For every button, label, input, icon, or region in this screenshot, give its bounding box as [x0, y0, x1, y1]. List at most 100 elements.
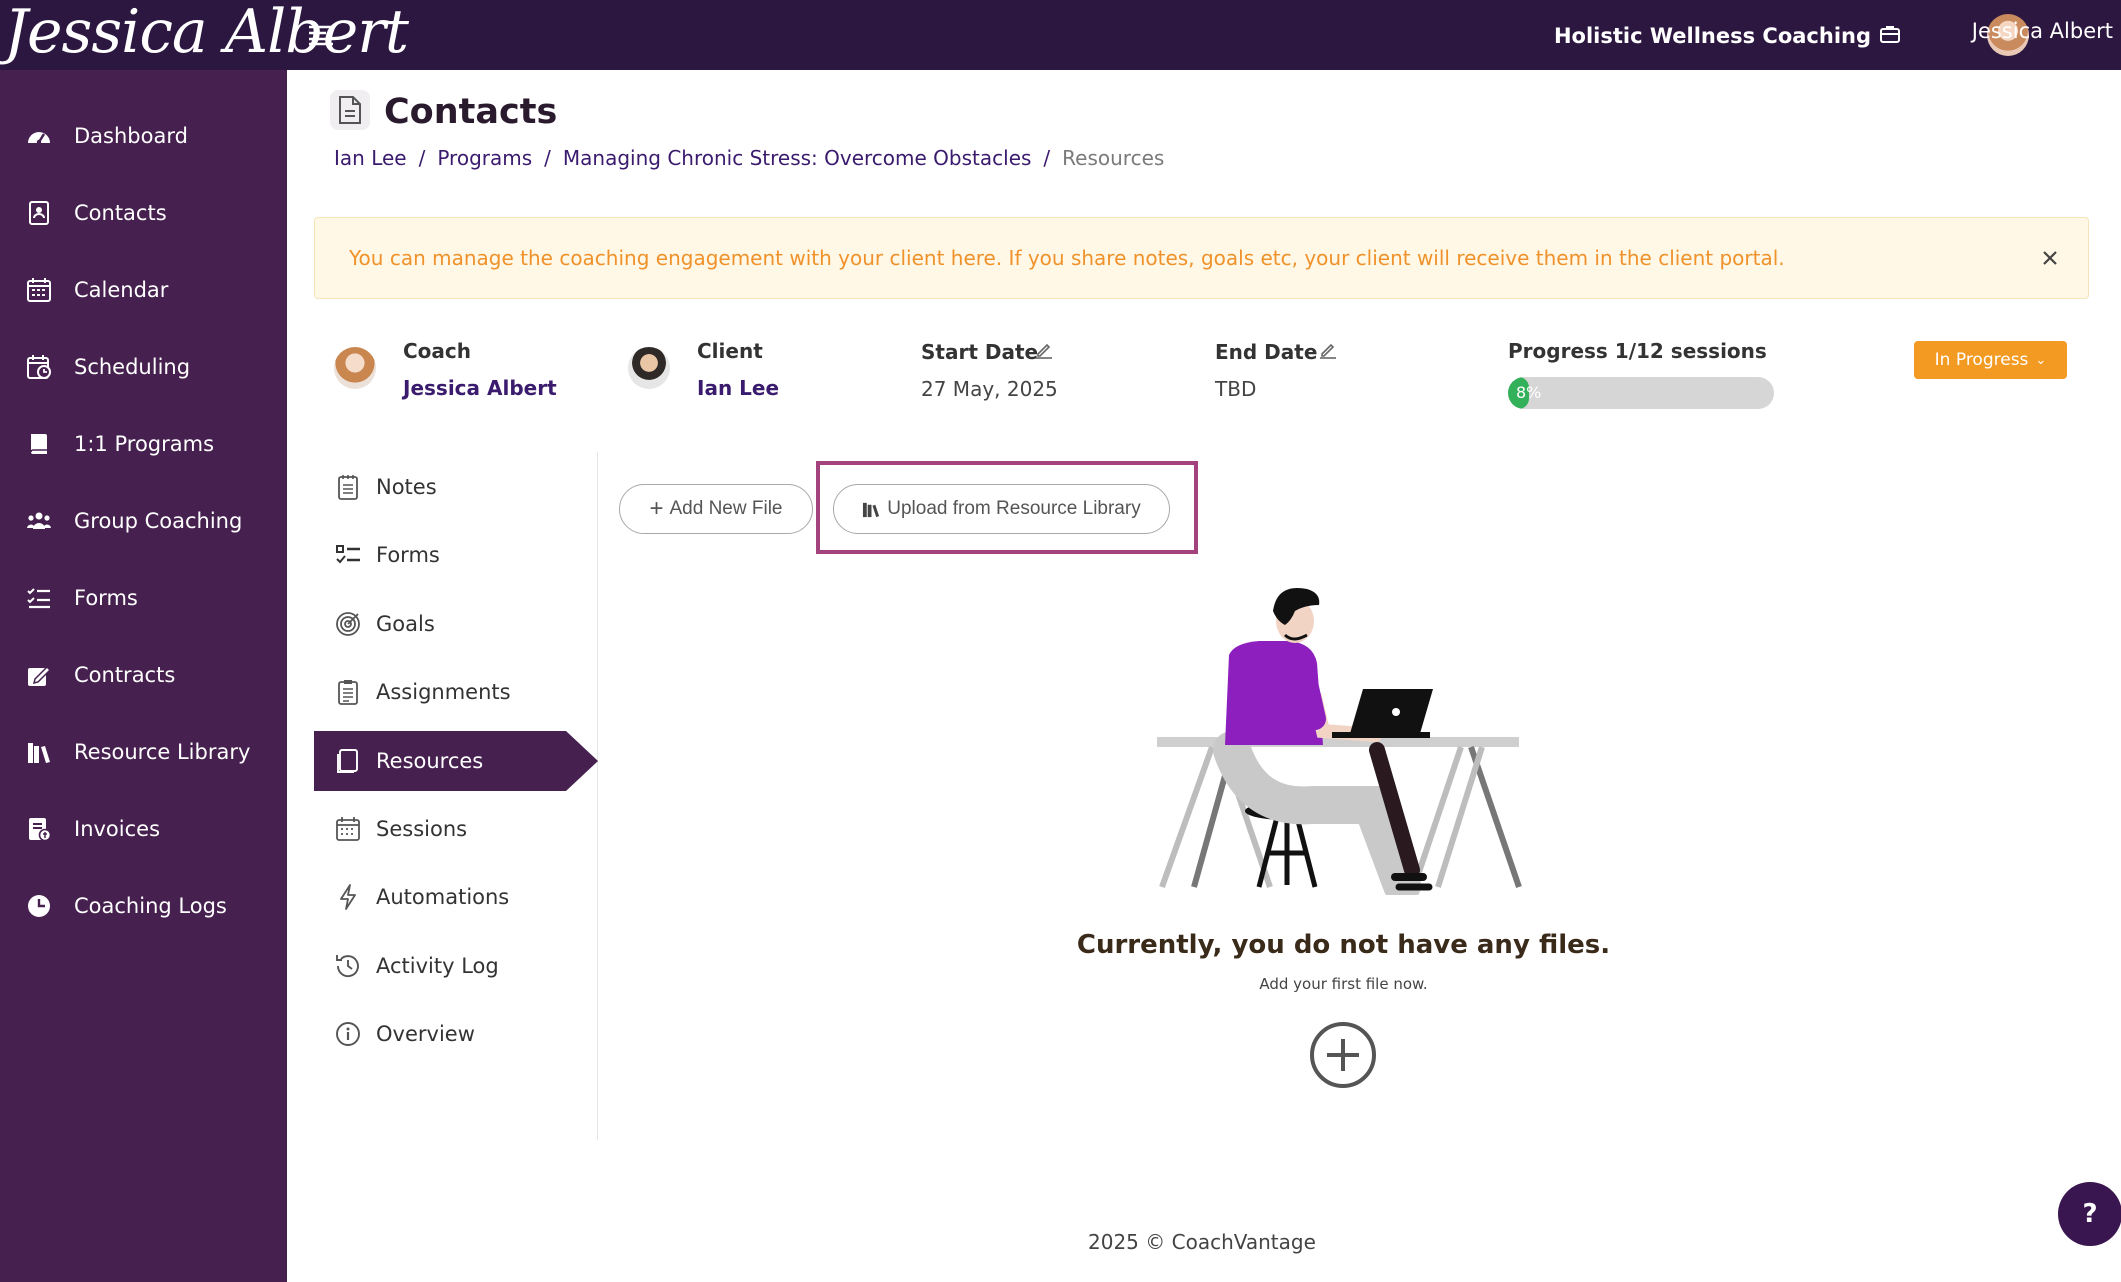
- status-label: In Progress: [1934, 350, 2029, 370]
- add-new-file-label: Add New File: [669, 498, 783, 519]
- sidebar-item-scheduling[interactable]: Scheduling: [0, 339, 287, 395]
- top-bar: Jessica Albert Holistic Wellness Coachin…: [0, 0, 2121, 70]
- subnav-divider: [597, 452, 598, 1140]
- sidebar-item-label: Contacts: [74, 201, 167, 225]
- empty-state-subtitle: Add your first file now.: [1259, 975, 1428, 993]
- contract-icon: [28, 665, 52, 686]
- tab-label: Overview: [376, 1022, 475, 1046]
- alert-message: You can manage the coaching engagement w…: [349, 246, 1785, 270]
- add-new-file-button[interactable]: + Add New File: [619, 484, 813, 534]
- empty-state-title: Currently, you do not have any files.: [1076, 930, 1611, 960]
- sidebar-item-programs[interactable]: 1:1 Programs: [0, 416, 287, 472]
- organization-name[interactable]: Holistic Wellness Coaching: [1554, 21, 1871, 51]
- sidebar-item-label: Group Coaching: [74, 509, 243, 533]
- coach-label: Coach: [403, 339, 472, 363]
- sidebar-item-dashboard[interactable]: Dashboard: [0, 108, 287, 164]
- notes-icon: [338, 475, 358, 500]
- sidebar-item-label: Invoices: [74, 817, 161, 841]
- tab-label: Notes: [376, 475, 437, 499]
- calendar-icon: [27, 278, 51, 302]
- edit-start-date-icon[interactable]: [1034, 340, 1054, 360]
- status-dropdown[interactable]: In Progress ⌄: [1914, 341, 2067, 379]
- client-avatar: [628, 347, 670, 389]
- end-date-value: TBD: [1215, 377, 1257, 401]
- breadcrumb-program[interactable]: Managing Chronic Stress: Overcome Obstac…: [563, 146, 1032, 170]
- plus-icon: +: [649, 495, 664, 522]
- tab-label: Assignments: [376, 680, 511, 704]
- sidebar-item-label: Resource Library: [74, 740, 251, 764]
- book-icon: [30, 434, 47, 454]
- tab-resources[interactable]: Resources: [314, 731, 598, 791]
- dashboard-icon: [28, 132, 50, 145]
- client-label: Client: [697, 339, 763, 363]
- clipboard-icon: [338, 680, 358, 705]
- tab-label: Forms: [376, 543, 440, 567]
- add-file-circle-icon[interactable]: [1309, 1021, 1377, 1089]
- breadcrumb-programs[interactable]: Programs: [437, 146, 532, 170]
- edit-end-date-icon[interactable]: [1318, 340, 1338, 360]
- brand-logo[interactable]: Jessica Albert: [0, 0, 409, 70]
- menu-toggle-icon[interactable]: [306, 22, 336, 48]
- chevron-down-icon: ⌄: [2035, 352, 2047, 368]
- sidebar-item-invoices[interactable]: Invoices: [0, 801, 287, 857]
- breadcrumb-client[interactable]: Ian Lee: [334, 146, 407, 170]
- coach-avatar: [334, 347, 376, 389]
- tab-label: Goals: [376, 612, 435, 636]
- forms-icon: [336, 545, 360, 564]
- progress-bar: 8%: [1508, 377, 1774, 409]
- library-icon: [28, 743, 50, 763]
- close-icon[interactable]: [2034, 242, 2066, 274]
- sidebar-item-resource-library[interactable]: Resource Library: [0, 724, 287, 780]
- sidebar-item-label: Forms: [74, 586, 138, 610]
- sidebar: Dashboard Contacts Calendar Scheduling 1…: [0, 70, 287, 1282]
- sidebar-item-label: Dashboard: [74, 124, 188, 148]
- checklist-icon: [27, 588, 50, 609]
- contacts-icon: [29, 201, 49, 225]
- tab-overview[interactable]: Overview: [314, 1004, 594, 1064]
- tab-forms[interactable]: Forms: [314, 525, 594, 585]
- client-name-link[interactable]: Ian Lee: [697, 376, 779, 400]
- invoice-icon: [29, 818, 52, 842]
- breadcrumb: Ian Lee / Programs / Managing Chronic Stress…: [334, 146, 1164, 170]
- sidebar-item-label: Coaching Logs: [74, 894, 227, 918]
- sidebar-item-contracts[interactable]: Contracts: [0, 647, 287, 703]
- tab-assignments[interactable]: Assignments: [314, 662, 594, 722]
- tab-sessions[interactable]: Sessions: [314, 799, 594, 859]
- upload-label: Upload from Resource Library: [887, 498, 1141, 519]
- sidebar-item-forms[interactable]: Forms: [0, 570, 287, 626]
- sidebar-item-label: 1:1 Programs: [74, 432, 215, 456]
- sidebar-item-label: Scheduling: [74, 355, 191, 379]
- progress-percent: 8%: [1516, 383, 1542, 402]
- sidebar-item-coaching-logs[interactable]: Coaching Logs: [0, 878, 287, 934]
- breadcrumb-separator: /: [1043, 146, 1051, 170]
- progress-label: Progress 1/12 sessions: [1508, 339, 1767, 363]
- resources-icon: [337, 749, 358, 773]
- clock-icon: [28, 895, 50, 917]
- tab-notes[interactable]: Notes: [314, 457, 594, 517]
- briefcase-icon[interactable]: [1879, 24, 1901, 46]
- page-title: Contacts: [384, 92, 558, 132]
- tab-label: Automations: [376, 885, 510, 909]
- help-button[interactable]: ?: [2058, 1182, 2121, 1246]
- empty-state-illustration: [1157, 587, 1522, 895]
- sidebar-item-calendar[interactable]: Calendar: [0, 262, 287, 318]
- info-icon: [336, 1022, 360, 1046]
- tab-label: Sessions: [376, 817, 468, 841]
- sidebar-item-label: Contracts: [74, 663, 176, 687]
- breadcrumb-current: Resources: [1062, 146, 1165, 170]
- start-date-label: Start Date: [921, 340, 1039, 364]
- document-icon: [330, 90, 370, 130]
- tab-automations[interactable]: Automations: [314, 867, 594, 927]
- footer-text: 2025 © CoachVantage: [1088, 1230, 1316, 1254]
- tab-goals[interactable]: Goals: [314, 594, 594, 654]
- sidebar-item-group-coaching[interactable]: Group Coaching: [0, 493, 287, 549]
- breadcrumb-separator: /: [418, 146, 426, 170]
- sidebar-item-contacts[interactable]: Contacts: [0, 185, 287, 241]
- calendar-grid-icon: [336, 817, 360, 841]
- end-date-label: End Date: [1215, 340, 1318, 364]
- coach-name-link[interactable]: Jessica Albert: [403, 376, 557, 400]
- upload-from-library-button[interactable]: Upload from Resource Library: [833, 484, 1170, 534]
- user-name[interactable]: Jessica Albert: [1972, 19, 2113, 43]
- group-icon: [27, 512, 51, 529]
- library-icon: [863, 502, 880, 517]
